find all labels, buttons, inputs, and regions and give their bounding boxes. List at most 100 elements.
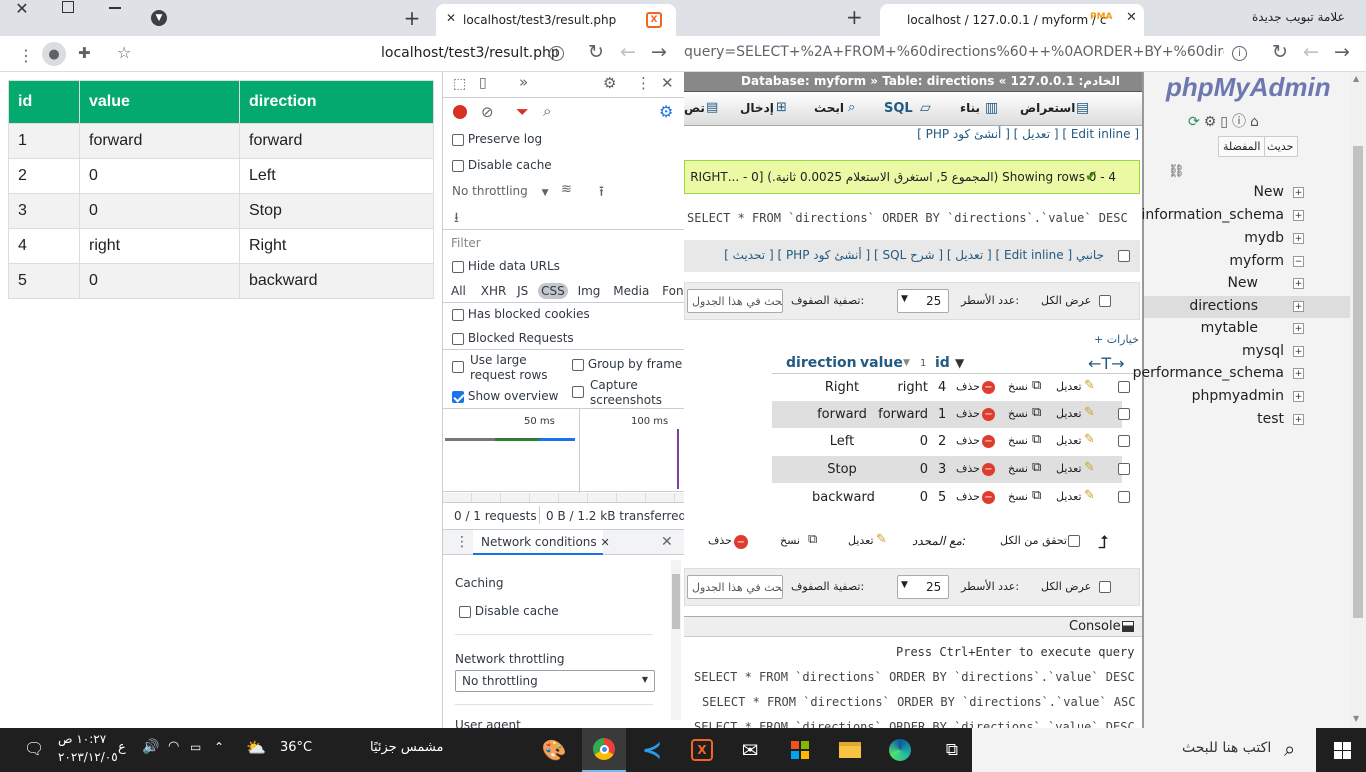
device-toolbar-icon[interactable]: ▯ <box>479 75 487 91</box>
row-delete-button[interactable]: حذف <box>956 490 980 503</box>
export-har-icon[interactable]: ⭳ <box>454 207 459 231</box>
weather-text[interactable]: مشمس جزئيًا <box>370 740 444 755</box>
type-font[interactable]: Font <box>662 284 684 298</box>
inspect-icon[interactable]: ⬚ <box>453 76 466 92</box>
show-all-checkbox-2[interactable] <box>1099 581 1111 593</box>
expand-icon[interactable]: + <box>1293 368 1304 379</box>
tab-browse[interactable]: استعراض <box>1020 101 1075 115</box>
tab-phpmyadmin[interactable]: localhost / 127.0.0.1 / myform / c PMA ✕ <box>880 4 1144 36</box>
throttling-select[interactable]: No throttling ▼ <box>452 184 549 198</box>
preserve-log-checkbox[interactable]: Preserve log <box>452 132 542 146</box>
filter-rows-input[interactable]: ابحث في هذا الجدول <box>687 289 783 313</box>
overview-timeline[interactable]: 50 ms 100 ms <box>443 408 684 493</box>
table-row[interactable]: backward 0 5 حذف − نسخ ⧉ تعديل ✎ <box>772 484 1130 511</box>
tab-close-icon[interactable]: ✕ <box>1126 10 1137 25</box>
bookmark-star-icon[interactable]: ☆ <box>117 43 131 62</box>
type-js[interactable]: JS <box>517 284 528 298</box>
col-value[interactable]: value <box>860 355 903 371</box>
new-tab-title[interactable]: علامة تبويب جديدة <box>1252 10 1345 24</box>
chrome-icon[interactable] <box>582 728 626 772</box>
table-row[interactable]: Stop 0 3 حذف − نسخ ⧉ تعديل ✎ <box>772 456 1130 483</box>
profiling-links[interactable]: جانبي [ Edit inline ] [ تعديل ] [ شرح SQ… <box>724 248 1104 262</box>
tab-favorites[interactable]: المفضلة <box>1218 136 1266 157</box>
tab-network-conditions[interactable]: Network conditions ✕ <box>473 530 610 555</box>
expand-icon[interactable]: + <box>1293 210 1304 221</box>
url-text[interactable]: localhost/test3/result.php <box>381 45 560 61</box>
drawer-menu-icon[interactable]: ⋮ <box>455 534 469 550</box>
temperature[interactable]: 36°C <box>280 740 312 755</box>
row-delete-button[interactable]: حذف <box>956 462 980 475</box>
extensions-icon[interactable]: ✚ <box>78 44 91 62</box>
history-query[interactable]: SELECT * FROM `directions` ORDER BY `dir… <box>694 720 1135 728</box>
drawer-tab-close-icon[interactable]: ✕ <box>600 536 609 549</box>
volume-icon[interactable]: 🔊 <box>142 739 159 755</box>
type-img[interactable]: Img <box>578 284 601 298</box>
wifi-icon[interactable]: ◠ <box>168 739 179 754</box>
mail-icon[interactable]: ✉ <box>728 728 772 772</box>
table-row[interactable]: Left 0 2 حذف − نسخ ⧉ تعديل ✎ <box>772 428 1130 455</box>
column-arrows-icon[interactable]: ←T→ <box>1088 354 1125 373</box>
tree-item[interactable]: New + <box>1144 273 1350 295</box>
new-tab-icon[interactable]: + <box>846 5 863 29</box>
pma-url-text[interactable]: query=SELECT+%2A+FROM+%60directions%60++… <box>684 44 1224 60</box>
battery-icon[interactable]: ▭ <box>190 740 201 754</box>
hide-data-urls-checkbox[interactable]: Hide data URLs <box>452 259 560 273</box>
query-edit-links[interactable]: [ Edit inline ] [ تعديل ] [ أنشئ كود PHP… <box>917 127 1139 141</box>
expand-icon[interactable]: + <box>1293 391 1304 402</box>
chevron-up-icon[interactable]: ⌃ <box>214 740 224 754</box>
blocked-cookies-checkbox[interactable]: Has blocked cookies <box>452 307 590 321</box>
tab-export[interactable]: تص <box>684 101 705 115</box>
row-checkbox[interactable] <box>1118 463 1130 475</box>
filter-input[interactable]: Filter <box>447 234 609 252</box>
expand-icon[interactable]: + <box>1293 278 1304 289</box>
history-query[interactable]: SELECT * FROM `directions` ORDER BY `dir… <box>694 670 1135 684</box>
paint-icon[interactable]: 🎨 <box>532 728 576 772</box>
show-overview-checkbox[interactable]: Show overview <box>452 389 558 403</box>
history-query[interactable]: SELECT * FROM `directions` ORDER BY `dir… <box>702 695 1135 709</box>
tree-item[interactable]: myform − <box>1144 251 1350 273</box>
forward-icon[interactable]: ← <box>1303 41 1319 63</box>
row-delete-button[interactable]: حذف <box>956 380 980 393</box>
devtools-menu-icon[interactable]: ⋮ <box>636 74 651 92</box>
expand-icon[interactable]: + <box>1293 346 1304 357</box>
group-by-frame-checkbox[interactable]: Group by frame <box>572 357 682 371</box>
docs-icon[interactable]: ▯ <box>1220 114 1232 130</box>
home-icon[interactable]: ⌂ <box>1250 114 1263 130</box>
tab-result[interactable]: ✕ localhost/test3/result.php X <box>436 4 676 36</box>
vscode-icon[interactable]: ≺ <box>630 728 674 772</box>
expand-icon[interactable]: − <box>1293 256 1304 267</box>
col-direction[interactable]: direction <box>786 355 857 371</box>
type-all[interactable]: All <box>451 284 466 298</box>
row-edit-button[interactable]: تعديل <box>1056 490 1082 503</box>
menu-dots-icon[interactable]: ⋮ <box>18 46 34 65</box>
row-edit-button[interactable]: تعديل <box>1056 434 1082 447</box>
table-row[interactable]: Right right 4 حذف − نسخ ⧉ تعديل ✎ <box>772 374 1130 401</box>
reload-icon[interactable]: ↻ <box>1272 41 1288 63</box>
expand-icon[interactable]: + <box>1293 233 1304 244</box>
expand-icon[interactable]: + <box>1293 414 1304 425</box>
large-rows-checkbox[interactable]: Use large request rows <box>452 353 562 383</box>
drawer-disable-cache-checkbox[interactable]: Disable cache <box>459 604 559 618</box>
col-id[interactable]: id <box>935 355 950 371</box>
bulk-copy-button[interactable]: نسخ <box>780 534 800 547</box>
profile-icon[interactable]: ● <box>42 42 66 66</box>
start-button[interactable] <box>1320 728 1364 772</box>
tab-search-icon[interactable]: ▼ <box>151 10 167 26</box>
tree-item[interactable]: test + <box>1144 409 1350 431</box>
tree-item[interactable]: performance_schema + <box>1133 363 1350 385</box>
capture-screenshots-checkbox[interactable]: Capture screenshots <box>572 378 682 408</box>
drawer-throttling-select[interactable]: No throttling ▼ <box>455 670 655 692</box>
type-xhr[interactable]: XHR <box>481 284 507 298</box>
breadcrumb[interactable]: الخادم: 127.0.0.1 » Database: myform » T… <box>740 74 1120 88</box>
rows-select[interactable]: ▼ 25 <box>897 289 949 313</box>
type-css[interactable]: CSS <box>538 283 568 299</box>
new-tab-icon[interactable]: + <box>400 6 424 30</box>
disable-cache-checkbox[interactable]: Disable cache <box>452 158 552 172</box>
file-explorer-icon[interactable] <box>828 728 872 772</box>
back-icon[interactable]: → <box>651 41 667 63</box>
site-info-icon[interactable]: i <box>549 46 564 61</box>
scrollbar-thumb[interactable] <box>1353 146 1363 618</box>
expand-icon[interactable]: + <box>1293 301 1304 312</box>
clear-icon[interactable]: ⊘ <box>481 103 494 121</box>
type-media[interactable]: Media <box>613 284 649 298</box>
